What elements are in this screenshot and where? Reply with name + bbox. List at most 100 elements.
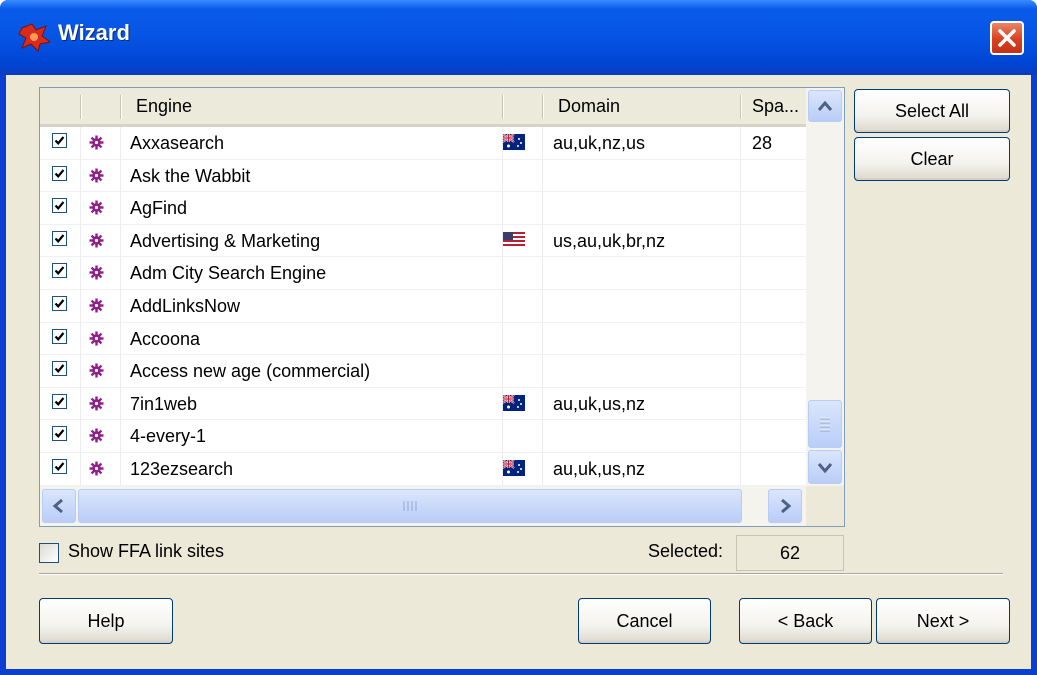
table-row[interactable]: 7in1web au,uk,us,nz	[40, 388, 806, 421]
scroll-right-button[interactable]	[768, 489, 802, 523]
engine-list[interactable]: Engine Domain Spa... Axxasearch au,uk,nz,…	[39, 87, 845, 527]
scroll-left-button[interactable]	[42, 489, 76, 523]
table-row[interactable]: 4-every-1	[40, 420, 806, 453]
engine-gear-icon	[89, 167, 104, 183]
check-icon	[54, 299, 65, 308]
column-separator[interactable]	[80, 95, 81, 119]
engine-gear-icon	[89, 134, 104, 150]
check-icon	[54, 462, 65, 471]
next-label: Next >	[916, 611, 970, 631]
engine-domain: au,uk,us,nz	[553, 393, 646, 414]
engine-gear-icon	[89, 199, 104, 215]
list-rows: Axxasearch au,uk,nz,us 28 Ask the Wabbit AgF…	[40, 127, 806, 486]
divider	[39, 573, 1003, 574]
cancel-label: Cancel	[616, 611, 673, 631]
column-header-icon[interactable]	[80, 88, 120, 124]
window-title: Wizard	[58, 20, 130, 45]
horizontal-scrollbar[interactable]	[40, 486, 806, 526]
scroll-thumb[interactable]	[808, 400, 842, 448]
check-icon	[54, 168, 65, 178]
scroll-up-button[interactable]	[808, 90, 842, 122]
horizontal-scroll-thumb[interactable]	[78, 489, 742, 523]
engine-name: Adm City Search Engine	[130, 263, 327, 284]
engine-gear-icon	[89, 232, 104, 248]
close-icon	[998, 29, 1016, 47]
engine-domain: au,uk,nz,us	[553, 133, 646, 153]
row-checkbox[interactable]	[52, 230, 67, 246]
row-checkbox[interactable]	[52, 296, 67, 311]
row-checkbox[interactable]	[52, 165, 67, 181]
table-row[interactable]: AgFind	[40, 192, 806, 225]
column-separator[interactable]	[120, 95, 121, 119]
help-label: Help	[87, 611, 125, 631]
row-checkbox[interactable]	[52, 361, 67, 377]
engine-name: Axxasearch	[130, 133, 225, 153]
close-button[interactable]	[990, 21, 1024, 55]
show-ffa-label[interactable]: Show FFA link sites	[68, 541, 224, 562]
row-checkbox[interactable]	[52, 328, 67, 344]
grip-icon	[820, 417, 830, 432]
engine-name: 123ezsearch	[130, 459, 234, 479]
grip-icon	[403, 501, 417, 511]
column-separator[interactable]	[542, 95, 543, 119]
row-checkbox[interactable]	[52, 459, 67, 474]
engine-name: Accoona	[130, 328, 201, 349]
table-row[interactable]: Axxasearch au,uk,nz,us 28	[40, 127, 806, 160]
engine-domain: us,au,uk,br,nz	[553, 230, 666, 251]
title-bar[interactable]: Wizard	[0, 0, 1037, 75]
row-checkbox[interactable]	[52, 133, 67, 148]
vertical-scrollbar[interactable]	[806, 88, 844, 486]
australia-flag-icon	[502, 133, 525, 150]
engine-gear-icon	[89, 395, 104, 411]
australia-flag-icon	[502, 459, 525, 476]
engine-name: Advertising & Marketing	[130, 230, 321, 251]
chevron-up-icon	[817, 100, 833, 111]
column-separator[interactable]	[502, 95, 503, 119]
row-checkbox[interactable]	[52, 393, 67, 409]
column-header-spam[interactable]: Spa...	[740, 88, 806, 124]
clear-button[interactable]: Clear	[854, 137, 1010, 181]
usa-flag-icon	[503, 231, 525, 248]
engine-name: Access new age (commercial)	[130, 361, 371, 382]
scroll-down-button[interactable]	[808, 450, 842, 484]
engine-name: AddLinksNow	[130, 296, 241, 316]
row-checkbox[interactable]	[52, 198, 67, 214]
engine-domain: au,uk,us,nz	[553, 459, 646, 479]
list-header: Engine Domain Spa...	[40, 88, 806, 127]
back-button[interactable]: < Back	[739, 598, 872, 644]
row-checkbox[interactable]	[52, 263, 67, 279]
table-row[interactable]: AddLinksNow	[40, 290, 806, 323]
check-icon	[54, 429, 65, 439]
engine-gear-icon	[89, 330, 104, 346]
chevron-left-icon	[52, 498, 63, 514]
column-header-domain[interactable]: Domain	[542, 88, 740, 124]
table-row[interactable]: Advertising & Marketing us,au,uk,br,nz	[40, 225, 806, 258]
table-row[interactable]: Adm City Search Engine	[40, 257, 806, 290]
engine-gear-icon	[89, 460, 104, 476]
row-checkbox[interactable]	[52, 426, 67, 442]
show-ffa-checkbox[interactable]	[39, 543, 59, 563]
column-header-flag[interactable]	[502, 88, 542, 124]
table-row[interactable]: Ask the Wabbit	[40, 160, 806, 193]
check-icon	[54, 234, 65, 243]
column-header-engine[interactable]: Engine	[120, 88, 502, 124]
table-row[interactable]: 123ezsearch au,uk,us,nz	[40, 453, 806, 486]
engine-gear-icon	[89, 297, 104, 313]
table-row[interactable]: Accoona	[40, 323, 806, 356]
table-row[interactable]: Access new age (commercial)	[40, 355, 806, 388]
cancel-button[interactable]: Cancel	[578, 598, 711, 644]
back-label: < Back	[777, 611, 834, 631]
column-header-check[interactable]	[40, 88, 80, 124]
column-separator[interactable]	[740, 95, 741, 119]
check-icon	[54, 397, 65, 406]
help-button[interactable]: Help	[39, 598, 173, 644]
engine-name: 4-every-1	[130, 426, 207, 447]
select-all-button[interactable]: Select All	[854, 89, 1010, 133]
chevron-right-icon	[781, 498, 792, 514]
engine-gear-icon	[89, 427, 104, 443]
check-icon	[54, 201, 65, 211]
scrollbar-corner	[806, 486, 844, 526]
select-all-label: Select All	[894, 101, 970, 121]
australia-flag-icon	[502, 393, 525, 411]
next-button[interactable]: Next >	[876, 598, 1010, 644]
